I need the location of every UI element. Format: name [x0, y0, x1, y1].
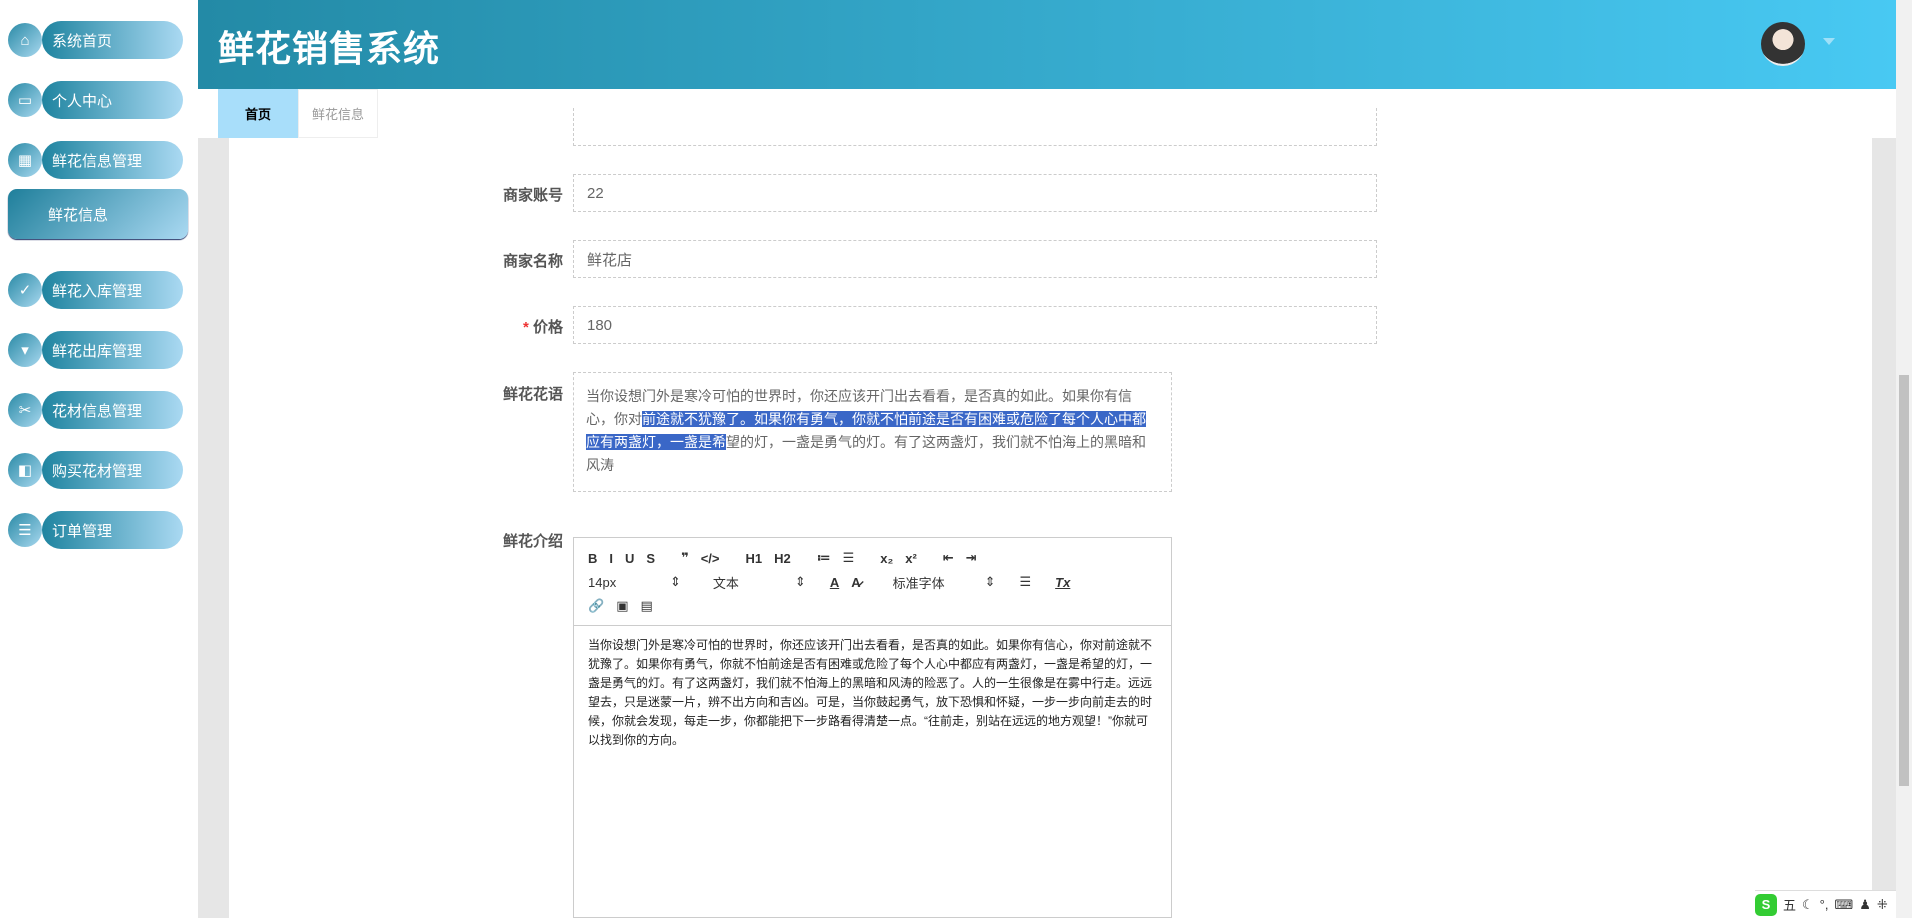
- strike-button[interactable]: S: [646, 551, 655, 566]
- header: 鲜花销售系统: [198, 0, 1896, 89]
- sidebar-item-4[interactable]: ▾ 鲜花出库管理: [8, 331, 183, 369]
- apps-icon[interactable]: ⁜: [1877, 897, 1888, 913]
- align-button[interactable]: ☰: [1020, 574, 1032, 590]
- price-label-text: 价格: [532, 319, 563, 336]
- outdent-button[interactable]: ⇤: [943, 550, 954, 566]
- h2-button[interactable]: H2: [774, 551, 791, 566]
- sidebar-item-7[interactable]: ☰ 订单管理: [8, 511, 183, 549]
- sidebar-item-label: 鲜花入库管理: [42, 271, 183, 309]
- tab-home[interactable]: 首页: [218, 89, 298, 138]
- sidebar-item-2[interactable]: ▦ 鲜花信息管理: [8, 141, 183, 179]
- merchant-account-input[interactable]: 22: [573, 174, 1377, 212]
- punctuation-icon[interactable]: °,: [1820, 897, 1829, 912]
- sidebar-item-3[interactable]: ✓ 鲜花入库管理: [8, 271, 183, 309]
- sidebar-item-label: 系统首页: [42, 21, 183, 59]
- price-label: * 价格: [413, 316, 563, 337]
- tab-flower-info[interactable]: 鲜花信息: [298, 89, 378, 138]
- grid-icon: ▦: [8, 143, 42, 177]
- editor-toolbar: B I U S ❞ </> H1 H2 ≔ ☰ x₂ x² ⇤ ⇥ 14px ⇕ 文本 ⇕ A A̷ 标准字体…: [574, 538, 1171, 626]
- font-family-select[interactable]: 标准字体: [893, 573, 973, 592]
- font-size-select[interactable]: 14px: [588, 575, 658, 590]
- brush-icon: ▾: [8, 333, 42, 367]
- card-icon: ▭: [8, 83, 42, 117]
- flower-language-textarea[interactable]: 当你设想门外是寒冷可怕的世界时，你还应该开门出去看看，是否真的如此。如果你有信心…: [573, 372, 1172, 492]
- required-mark: *: [522, 319, 529, 336]
- link-button[interactable]: 🔗: [588, 598, 604, 614]
- sidebar-subitem-flower-info[interactable]: 鲜花信息: [8, 189, 188, 239]
- wallet-icon: ◧: [8, 453, 42, 487]
- editor-content[interactable]: 当你设想门外是寒冷可怕的世界时，你还应该开门出去看看，是否真的如此。如果你有信心…: [574, 626, 1171, 760]
- scrollbar-thumb[interactable]: [1899, 375, 1909, 786]
- underline-button[interactable]: U: [625, 551, 634, 566]
- heading-select[interactable]: 文本: [713, 573, 783, 592]
- user-icon[interactable]: ♟: [1859, 897, 1871, 913]
- subscript-button[interactable]: x₂: [880, 551, 893, 566]
- ime-mode[interactable]: 五: [1783, 895, 1796, 914]
- ordered-list-button[interactable]: ≔: [817, 550, 831, 566]
- clear-format-button[interactable]: Tx: [1055, 575, 1070, 590]
- sidebar-item-1[interactable]: ▭ 个人中心: [8, 81, 183, 119]
- bold-button[interactable]: B: [588, 551, 597, 566]
- sidebar-item-label: 花材信息管理: [42, 391, 183, 429]
- sidebar-item-label: 鲜花信息管理: [42, 141, 183, 179]
- clipboard-icon: ✓: [8, 273, 42, 307]
- image-button[interactable]: ▣: [616, 598, 628, 614]
- code-button[interactable]: </>: [701, 551, 720, 566]
- merchant-name-label: 商家名称: [502, 253, 563, 270]
- indent-button[interactable]: ⇥: [966, 550, 977, 566]
- chevron-down-icon[interactable]: [1823, 38, 1835, 45]
- quote-button[interactable]: ❞: [681, 550, 689, 566]
- previous-field[interactable]: [573, 108, 1377, 146]
- sidebar: ⌂ 系统首页 ▭ 个人中心 ▦ 鲜花信息管理 ✓ 鲜花入库管理 ▾ 鲜花出库管理 ✂ 花材信息管理 ◧ 购…: [0, 0, 198, 918]
- background-color-button[interactable]: A̷: [851, 575, 860, 590]
- superscript-button[interactable]: x²: [905, 551, 917, 566]
- merchant-account-label: 商家账号: [502, 187, 563, 204]
- bullet-list-button[interactable]: ☰: [843, 550, 855, 566]
- h1-button[interactable]: H1: [746, 551, 763, 566]
- sidebar-item-5[interactable]: ✂ 花材信息管理: [8, 391, 183, 429]
- video-button[interactable]: ▤: [640, 598, 652, 614]
- sidebar-item-label: 鲜花出库管理: [42, 331, 183, 369]
- sogou-logo-icon: S: [1755, 893, 1777, 916]
- avatar[interactable]: [1761, 22, 1805, 66]
- sidebar-item-label: 购买花材管理: [42, 451, 183, 489]
- moon-icon[interactable]: ☾: [1802, 897, 1814, 913]
- app-title: 鲜花销售系统: [218, 28, 441, 69]
- sidebar-item-0[interactable]: ⌂ 系统首页: [8, 21, 183, 59]
- intro-label: 鲜花介绍: [502, 533, 563, 550]
- ticket-icon: ✂: [8, 393, 42, 427]
- font-color-button[interactable]: A: [830, 575, 839, 590]
- home-icon: ⌂: [8, 23, 42, 57]
- flower-language-label: 鲜花花语: [502, 386, 563, 403]
- ime-toolbar: S 五 ☾ °, ⌨ ♟ ⁜: [1755, 890, 1896, 918]
- sidebar-item-label: 订单管理: [42, 511, 183, 549]
- keyboard-icon[interactable]: ⌨: [1834, 897, 1853, 913]
- list-icon: ☰: [8, 513, 42, 547]
- price-input[interactable]: 180: [573, 306, 1377, 344]
- rich-text-editor: B I U S ❞ </> H1 H2 ≔ ☰ x₂ x² ⇤ ⇥ 14px ⇕ 文本 ⇕ A A̷ 标准字体…: [573, 537, 1172, 918]
- sidebar-item-6[interactable]: ◧ 购买花材管理: [8, 451, 183, 489]
- italic-button[interactable]: I: [609, 551, 613, 566]
- sidebar-item-label: 个人中心: [42, 81, 183, 119]
- merchant-name-input[interactable]: 鲜花店: [573, 240, 1377, 278]
